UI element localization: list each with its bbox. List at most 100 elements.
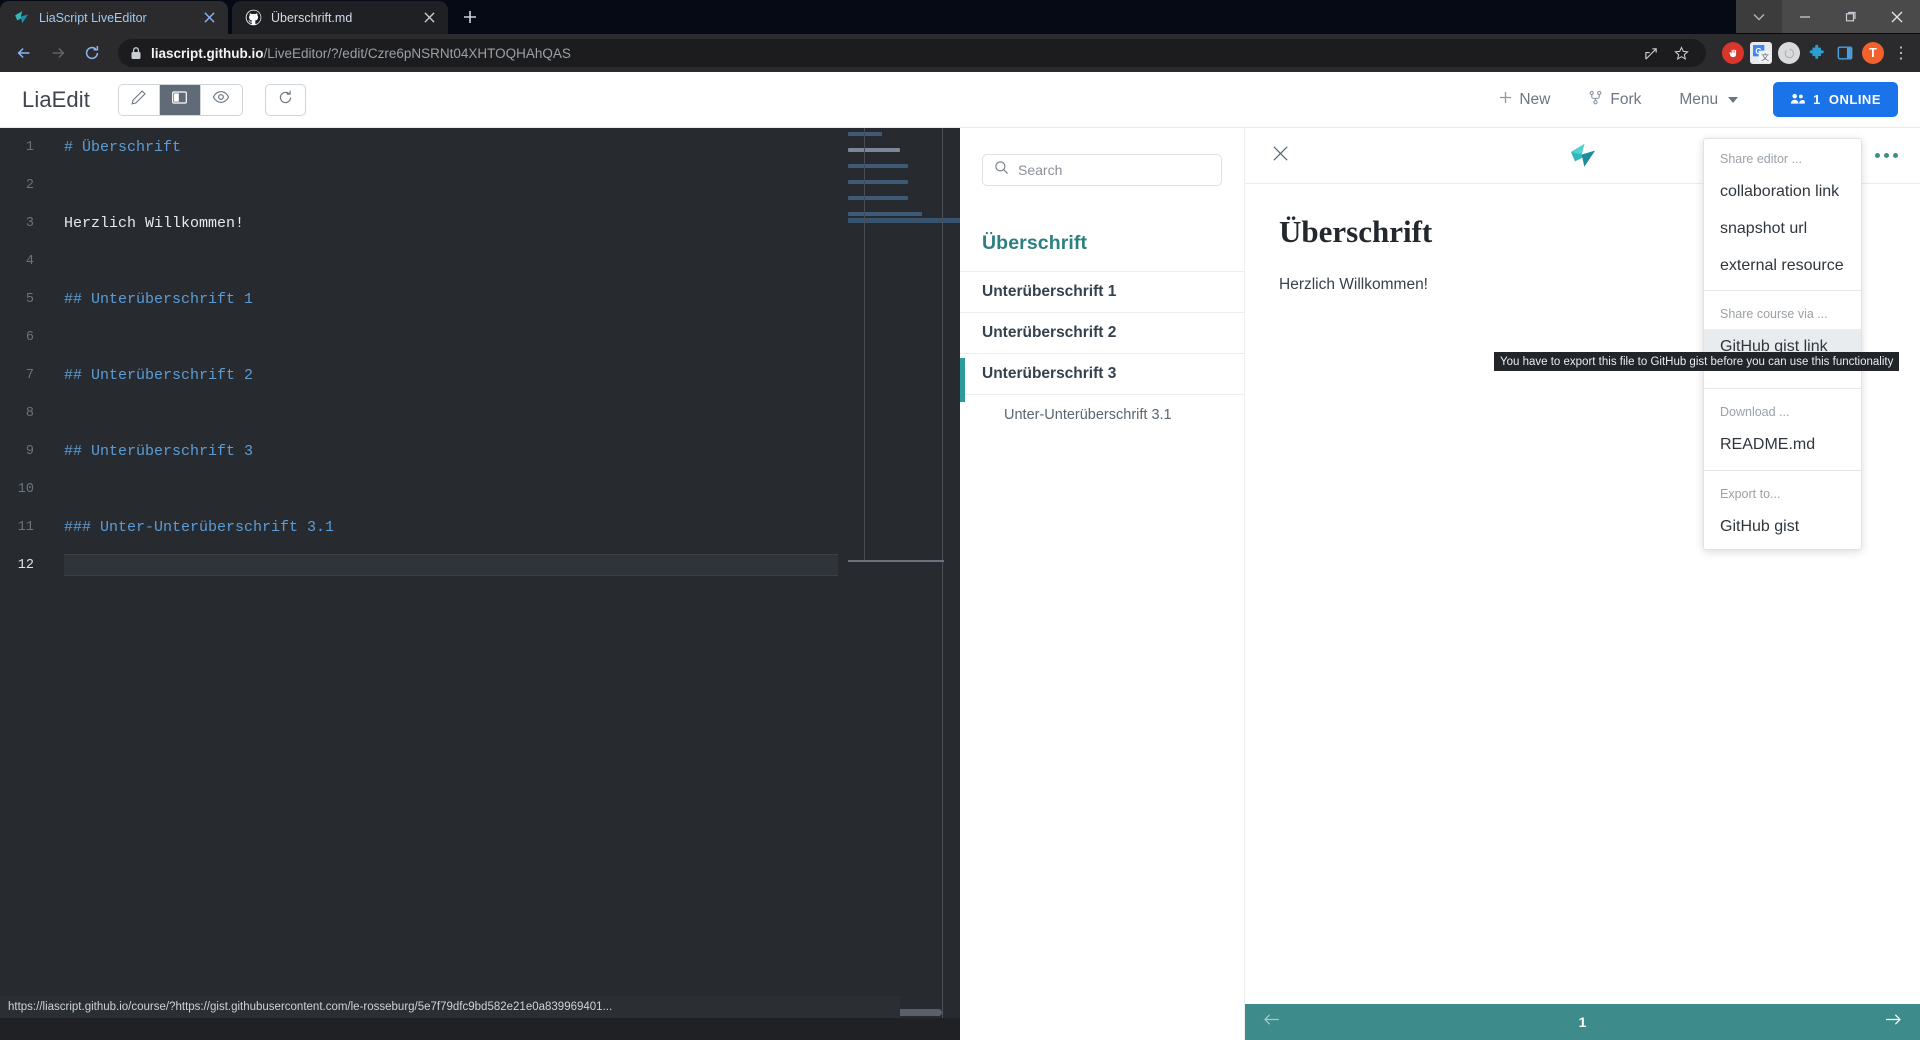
- extensions-puzzle-icon[interactable]: [1806, 42, 1828, 64]
- tab-search-icon[interactable]: [1736, 0, 1782, 33]
- browser-tab-uberschrift-md[interactable]: Überschrift.md: [232, 1, 448, 34]
- edit-mode-button[interactable]: [118, 84, 160, 115]
- refresh-icon: [277, 89, 294, 111]
- line-number: 5: [25, 291, 34, 307]
- code-line[interactable]: 10: [0, 470, 960, 508]
- editor-minimap[interactable]: [848, 132, 922, 220]
- menu-divider: [1704, 290, 1861, 292]
- arrow-right-icon[interactable]: [1885, 1013, 1902, 1031]
- code-line[interactable]: 3 Herzlich Willkommen!: [0, 204, 960, 242]
- online-count: 1: [1813, 92, 1821, 107]
- browser-tab-liascript[interactable]: LiaScript LiveEditor: [0, 1, 228, 34]
- app-logo: LiaEdit: [22, 86, 90, 112]
- tab-strip: LiaScript LiveEditor Überschrift.md: [0, 0, 1920, 34]
- back-icon[interactable]: [8, 37, 40, 69]
- code-line[interactable]: 4: [0, 242, 960, 280]
- preview-mode-button[interactable]: [200, 84, 242, 115]
- code-line[interactable]: 6: [0, 318, 960, 356]
- new-tab-button[interactable]: [456, 3, 484, 31]
- google-translate-icon[interactable]: G 文: [1750, 42, 1772, 64]
- line-number: 8: [25, 405, 34, 421]
- toc-item[interactable]: Unterüberschrift 1: [960, 271, 1244, 312]
- status-bar-url: https://liascript.github.io/course/?http…: [8, 1001, 613, 1013]
- course-footer: 1: [1245, 1004, 1920, 1040]
- editor-scrollbar-track[interactable]: [942, 128, 943, 1018]
- toc-title[interactable]: Überschrift: [982, 232, 1244, 255]
- code-line[interactable]: 7 ## Unterüberschrift 2: [0, 356, 960, 394]
- toc-item[interactable]: Unter-Unterüberschrift 3.1: [960, 394, 1244, 435]
- reload-course-button[interactable]: [264, 83, 306, 116]
- window-controls: [1736, 0, 1920, 33]
- search-placeholder: Search: [1018, 162, 1063, 178]
- fork-label: Fork: [1610, 90, 1642, 108]
- maximize-icon[interactable]: [1828, 0, 1874, 33]
- code-line[interactable]: 5 ## Unterüberschrift 1: [0, 280, 960, 318]
- columns-icon: [171, 89, 188, 111]
- split-mode-button[interactable]: [159, 84, 201, 115]
- line-number: 1: [25, 139, 34, 155]
- menu-item-collaboration-link[interactable]: collaboration link: [1704, 174, 1861, 211]
- code-line[interactable]: 8: [0, 394, 960, 432]
- eye-icon: [212, 88, 230, 111]
- chevron-down-icon: [1728, 96, 1739, 103]
- close-icon[interactable]: [420, 9, 438, 27]
- close-icon[interactable]: [1271, 144, 1290, 167]
- extension-icons: G 文 T ⋮: [1716, 42, 1912, 64]
- tab-title: LiaScript LiveEditor: [39, 10, 147, 25]
- github-icon: [245, 9, 262, 26]
- menu-item-export-github-gist[interactable]: GitHub gist: [1704, 509, 1861, 546]
- url-domain: liascript.github.io: [151, 45, 264, 61]
- code-line[interactable]: 9 ## Unterüberschrift 3: [0, 432, 960, 470]
- arrow-left-icon[interactable]: [1263, 1013, 1280, 1031]
- browser-sidebar-icon[interactable]: [1834, 42, 1856, 64]
- toc-item[interactable]: Unterüberschrift 3: [960, 353, 1244, 394]
- close-icon[interactable]: [1874, 0, 1920, 33]
- code-editor[interactable]: 1 # Überschrift 2 3 Herzlich Willkommen! 4…: [0, 128, 960, 1018]
- tooltip: You have to export this file to GitHub g…: [1494, 352, 1900, 371]
- active-line-highlight: [64, 554, 838, 576]
- online-button[interactable]: 1 ONLINE: [1773, 82, 1898, 117]
- code-line[interactable]: 11 ### Unter-Unterüberschrift 3.1: [0, 508, 960, 546]
- online-label: ONLINE: [1828, 92, 1881, 107]
- menu-item-external-resource[interactable]: external resource: [1704, 248, 1861, 285]
- line-text: ### Unter-Unterüberschrift 3.1: [64, 518, 335, 536]
- tab-title: Überschrift.md: [271, 10, 353, 25]
- line-text: ## Unterüberschrift 1: [64, 290, 254, 308]
- more-options-icon[interactable]: [1875, 153, 1898, 158]
- new-button[interactable]: New: [1480, 82, 1569, 118]
- menu-button[interactable]: Menu: [1660, 82, 1757, 118]
- search-input[interactable]: Search: [982, 154, 1222, 186]
- line-text: ## Unterüberschrift 2: [64, 366, 254, 384]
- menu-item-readme-md[interactable]: README.md: [1704, 427, 1861, 464]
- browser-menu-icon[interactable]: ⋮: [1890, 42, 1912, 64]
- liascript-bird-icon: [13, 9, 30, 26]
- svg-text:文: 文: [1761, 52, 1769, 62]
- toc-item[interactable]: Unterüberschrift 2: [960, 312, 1244, 353]
- code-line[interactable]: 2: [0, 166, 960, 204]
- url-path: /LiveEditor/?/edit/Czre6pNSRNt04XHTOQHAh…: [263, 45, 571, 61]
- search-icon: [994, 160, 1009, 180]
- address-bar[interactable]: liascript.github.io/LiveEditor/?/edit/Cz…: [118, 39, 1706, 67]
- liascript-bird-icon: [1566, 140, 1600, 177]
- menu-group-label: Share course via ...: [1720, 307, 1828, 322]
- forward-icon[interactable]: [42, 37, 74, 69]
- page-number: 1: [1578, 1014, 1587, 1030]
- line-number: 9: [25, 443, 34, 459]
- star-icon[interactable]: [1668, 40, 1694, 66]
- extension-gray-icon[interactable]: [1778, 42, 1800, 64]
- plus-icon: [1499, 91, 1512, 109]
- share-icon[interactable]: [1638, 40, 1664, 66]
- line-number: 3: [25, 215, 34, 231]
- fork-button[interactable]: Fork: [1569, 82, 1660, 118]
- code-line-active[interactable]: 12: [0, 546, 960, 584]
- toc-list: Unterüberschrift 1 Unterüberschrift 2 Un…: [960, 271, 1244, 435]
- minimize-icon[interactable]: [1782, 0, 1828, 33]
- profile-avatar[interactable]: T: [1862, 42, 1884, 64]
- menu-item-snapshot-url[interactable]: snapshot url: [1704, 211, 1861, 248]
- code-line[interactable]: 1 # Überschrift: [0, 128, 960, 166]
- adblock-icon[interactable]: [1722, 42, 1744, 64]
- close-icon[interactable]: [200, 9, 218, 27]
- app-header: LiaEdit New Fork Menu 1 ONLINE: [0, 72, 1920, 128]
- people-icon: [1790, 92, 1805, 108]
- reload-icon[interactable]: [76, 37, 108, 69]
